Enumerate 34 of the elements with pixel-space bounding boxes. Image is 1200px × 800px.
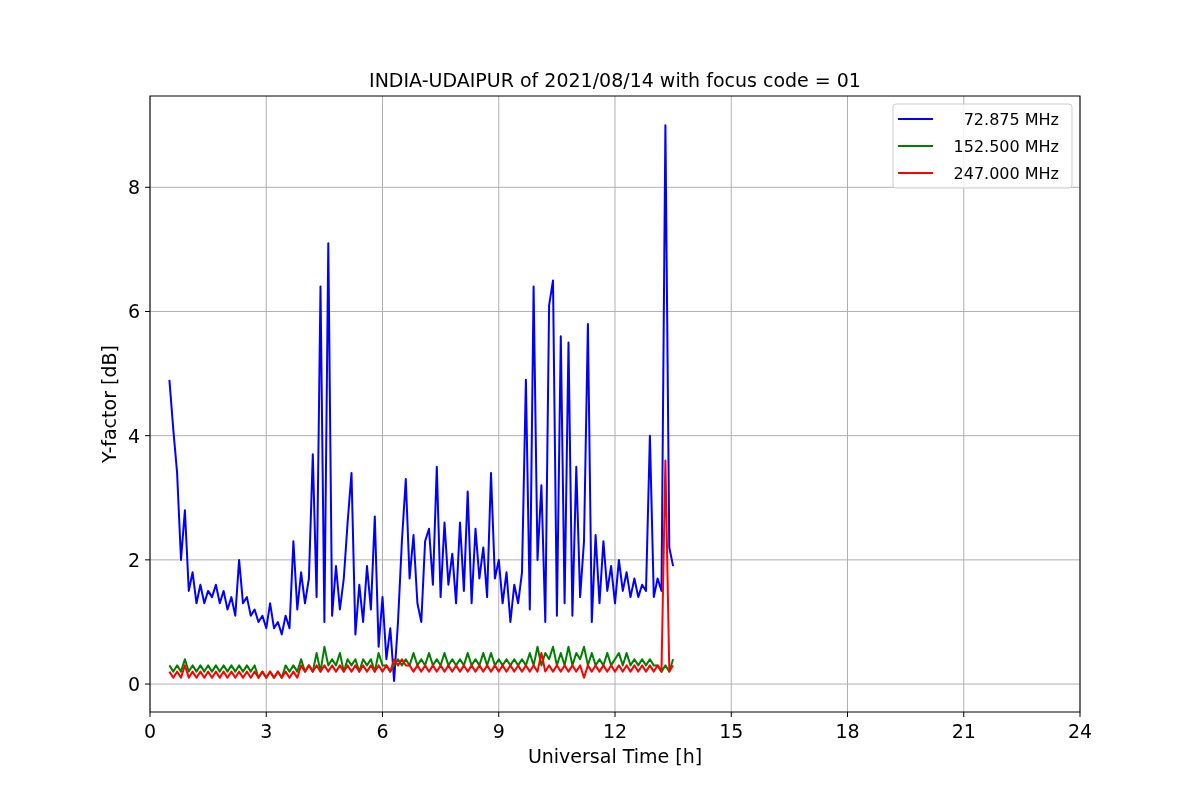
x-tick-label: 15 (719, 720, 744, 742)
tick-mark (1079, 711, 1081, 718)
legend-label: 152.500 MHz (953, 137, 1059, 156)
y-axis-label: Y-factor [dB] (98, 345, 120, 463)
tick-mark (265, 711, 267, 718)
tick-mark (144, 683, 151, 685)
y-tick-label: 6 (127, 300, 140, 323)
x-tick-label: 21 (951, 720, 976, 742)
x-axis-label: Universal Time [h] (527, 745, 703, 767)
x-tick-label: 6 (376, 720, 389, 742)
y-tick-label: 2 (127, 548, 140, 571)
chart-title: INDIA-UDAIPUR of 2021/08/14 with focus code = 01 (369, 69, 861, 91)
x-tick-label: 24 (1067, 720, 1093, 742)
tick-mark (144, 311, 151, 312)
x-tick-label: 9 (492, 720, 505, 742)
tick-mark (614, 711, 616, 718)
x-tick-label: 3 (260, 720, 273, 742)
tick-mark (144, 559, 151, 561)
legend-label: 247.000 MHz (953, 164, 1059, 183)
tick-mark (730, 711, 732, 718)
x-tick-label: 0 (143, 720, 157, 742)
legend-label: 72.875 MHz (963, 110, 1059, 129)
y-tick-label: 4 (127, 424, 140, 447)
tick-mark (963, 711, 965, 718)
tick-mark (149, 711, 151, 718)
y-tick-label: 8 (127, 176, 140, 199)
tick-mark (847, 711, 848, 718)
tick-mark (382, 711, 383, 718)
y-tick-label: 0 (127, 673, 140, 696)
tick-mark (498, 711, 500, 718)
x-tick-label: 18 (835, 720, 860, 742)
x-tick-label: 12 (602, 720, 628, 742)
tick-mark (144, 186, 151, 188)
tick-mark (144, 435, 151, 437)
